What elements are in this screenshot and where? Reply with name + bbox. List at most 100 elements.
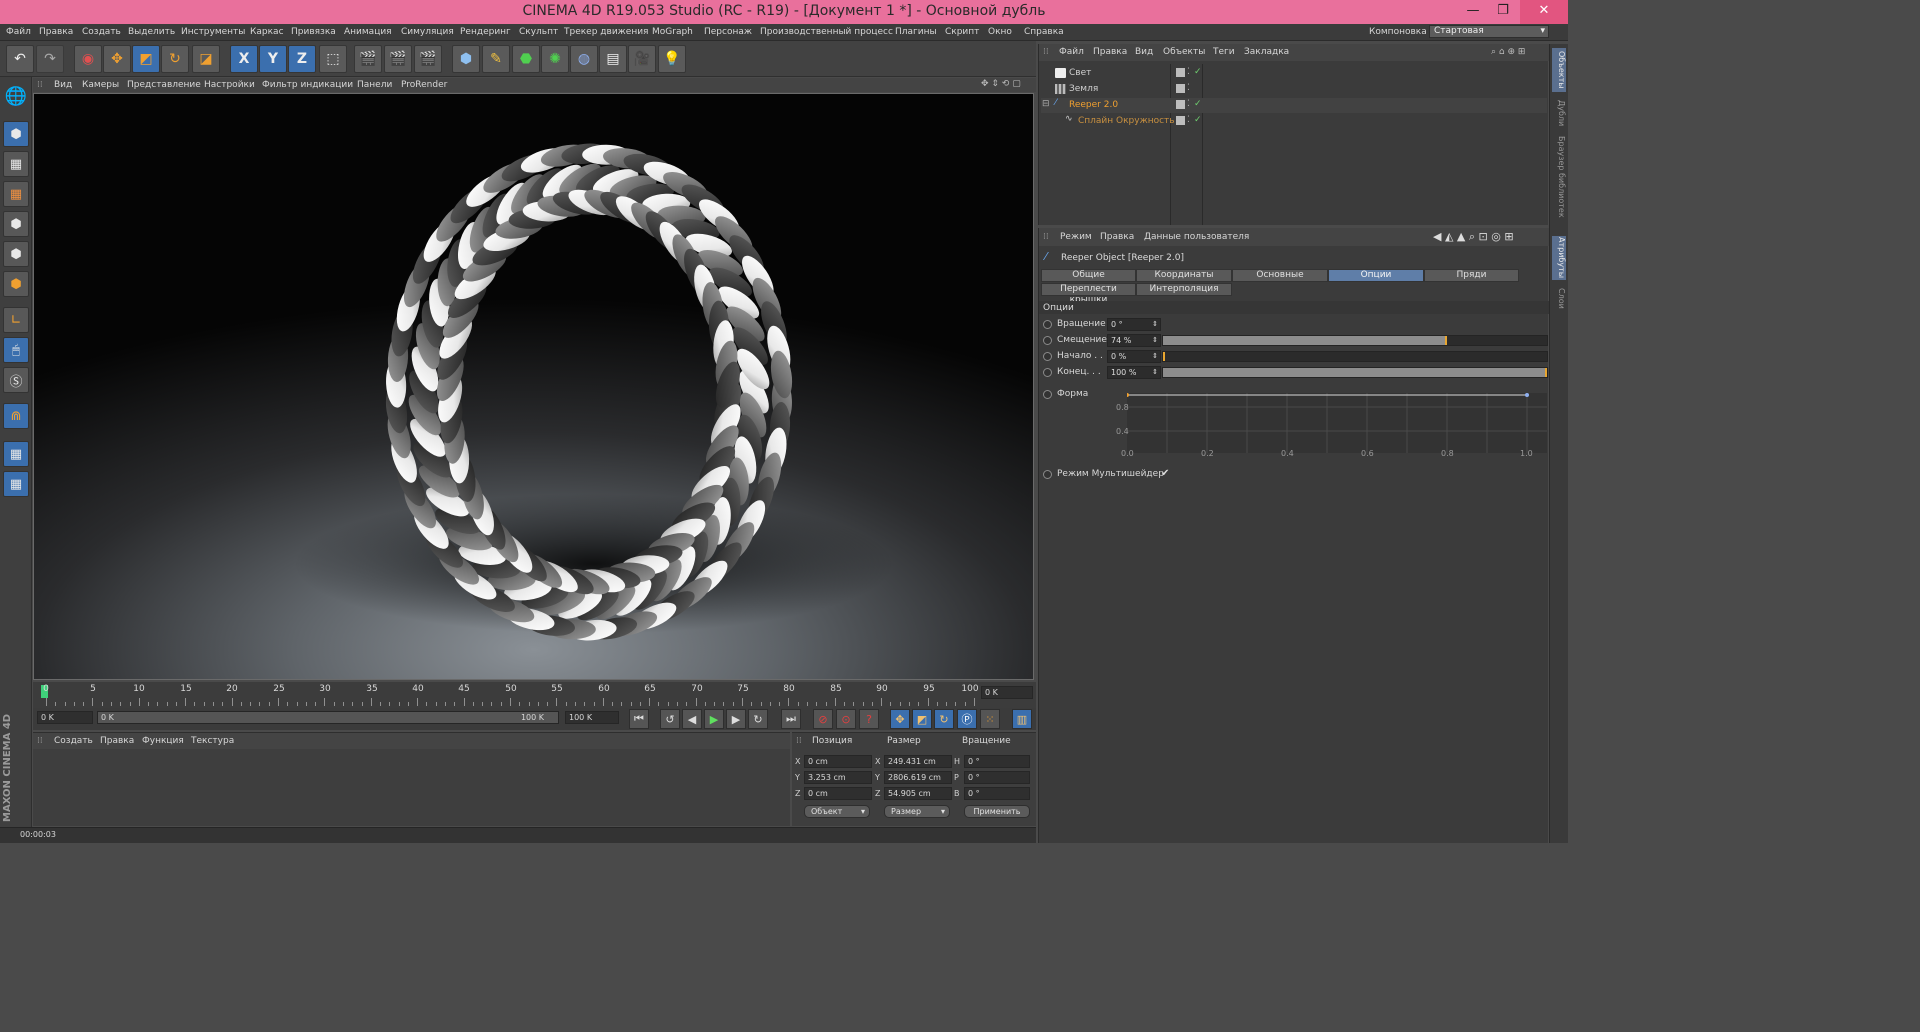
object-row-floor[interactable]: Земля ⁚ bbox=[1041, 82, 1547, 97]
play-button[interactable]: ▶ bbox=[704, 709, 724, 729]
obj-menu-bookmarks[interactable]: Закладка bbox=[1244, 47, 1289, 57]
points-button[interactable]: ⬢ bbox=[3, 211, 29, 237]
y-axis-button[interactable]: Y bbox=[259, 45, 287, 73]
animate-radio[interactable] bbox=[1043, 390, 1052, 399]
attr-menu-edit[interactable]: Правка bbox=[1100, 232, 1134, 242]
mat-menu-texture[interactable]: Текстура bbox=[191, 736, 234, 746]
cube-button[interactable]: ⬢ bbox=[452, 45, 480, 73]
offset-slider[interactable] bbox=[1162, 335, 1548, 346]
autokeying-button[interactable]: ⊙ bbox=[836, 709, 856, 729]
axis-button[interactable]: ∟ bbox=[3, 307, 29, 333]
material-manager[interactable]: ⁞⁞ Создать Правка Функция Текстура bbox=[33, 732, 790, 826]
vp-menu-panels[interactable]: Панели bbox=[357, 80, 392, 90]
scale-button[interactable]: ◩ bbox=[132, 45, 160, 73]
end-slider[interactable] bbox=[1162, 367, 1548, 378]
menu-snap[interactable]: Привязка bbox=[291, 27, 336, 37]
enabled-check[interactable]: ✓ bbox=[1194, 99, 1202, 109]
visibility-dots[interactable]: ⁚ bbox=[1187, 99, 1190, 109]
menu-pipeline[interactable]: Производственный процесс bbox=[760, 27, 893, 37]
rot-h-field[interactable]: 0 ° bbox=[964, 755, 1030, 768]
size-x-field[interactable]: 249.431 cm bbox=[884, 755, 952, 768]
visibility-dots[interactable]: ⁚ bbox=[1187, 83, 1190, 93]
3d-viewport[interactable] bbox=[33, 93, 1034, 680]
pos-y-field[interactable]: 3.253 cm bbox=[804, 771, 872, 784]
tab-strands[interactable]: Пряди bbox=[1424, 269, 1519, 282]
animate-radio[interactable] bbox=[1043, 368, 1052, 377]
undo-button[interactable]: ↶ bbox=[6, 45, 34, 73]
camera-button[interactable]: 🎥 bbox=[628, 45, 656, 73]
display-toggle[interactable] bbox=[1176, 100, 1185, 109]
menu-render[interactable]: Рендеринг bbox=[460, 27, 511, 37]
mat-menu-edit[interactable]: Правка bbox=[100, 736, 134, 746]
coord-mode-dropdown[interactable]: Объект ▾ bbox=[804, 805, 870, 818]
enabled-check[interactable]: ✓ bbox=[1194, 67, 1202, 77]
menu-help[interactable]: Справка bbox=[1024, 27, 1064, 37]
offset-field[interactable]: 74 % ⇕ bbox=[1107, 334, 1161, 347]
key-position-button[interactable]: ✥ bbox=[890, 709, 910, 729]
key-pla-button[interactable]: ⁙ bbox=[980, 709, 1000, 729]
rot-b-field[interactable]: 0 ° bbox=[964, 787, 1030, 800]
key-rotation-button[interactable]: ↻ bbox=[934, 709, 954, 729]
render-view-button[interactable]: 🎬 bbox=[354, 45, 382, 73]
display-toggle[interactable] bbox=[1176, 116, 1185, 125]
next-frame-button[interactable]: ▶ bbox=[726, 709, 746, 729]
go-to-start-button[interactable]: ⏮ bbox=[629, 709, 649, 729]
end-field[interactable]: 100 % ⇕ bbox=[1107, 366, 1161, 379]
shape-spline-graph[interactable] bbox=[1087, 393, 1547, 453]
animate-radio[interactable] bbox=[1043, 352, 1052, 361]
cloner-button[interactable]: ✺ bbox=[541, 45, 569, 73]
timeline-ruler[interactable]: 0 5 10 15 20 25 30 35 40 45 50 55 60 65 … bbox=[33, 682, 1036, 708]
attr-menu-mode[interactable]: Режим bbox=[1060, 232, 1092, 242]
menu-create[interactable]: Создать bbox=[82, 27, 121, 37]
menu-mesh[interactable]: Каркас bbox=[250, 27, 284, 37]
side-tab-objects[interactable]: Объекты bbox=[1552, 48, 1566, 92]
timeline-window-button[interactable]: ▥ bbox=[1012, 709, 1032, 729]
x-axis-button[interactable]: X bbox=[230, 45, 258, 73]
tab-basic[interactable]: Общие bbox=[1041, 269, 1136, 282]
pos-x-field[interactable]: 0 cm bbox=[804, 755, 872, 768]
side-tab-layers[interactable]: Слои bbox=[1552, 284, 1566, 312]
object-row-circle-spline[interactable]: ∿ Сплайн Окружность ⁚ ✓ bbox=[1041, 114, 1547, 129]
record-active-objects-button[interactable]: ⊘ bbox=[813, 709, 833, 729]
mat-menu-create[interactable]: Создать bbox=[54, 736, 93, 746]
side-tab-content-browser[interactable]: Браузер библиотек bbox=[1552, 134, 1566, 220]
apply-button[interactable]: Применить bbox=[964, 805, 1030, 818]
spinner-icon[interactable]: ⇕ bbox=[1152, 367, 1158, 378]
animate-radio[interactable] bbox=[1043, 336, 1052, 345]
deformer-button[interactable]: ◍ bbox=[570, 45, 598, 73]
key-parameter-button[interactable]: Ⓟ bbox=[957, 709, 977, 729]
multishader-checkbox[interactable]: ✔ bbox=[1161, 468, 1169, 479]
tab-object[interactable]: Основные bbox=[1232, 269, 1328, 282]
rot-p-field[interactable]: 0 ° bbox=[964, 771, 1030, 784]
object-manager[interactable]: ⁞⁞ Файл Правка Вид Объекты Теги Закладка… bbox=[1038, 44, 1549, 225]
collapse-icon[interactable]: ⊟ bbox=[1042, 99, 1050, 109]
size-z-field[interactable]: 54.905 cm bbox=[884, 787, 952, 800]
size-y-field[interactable]: 2806.619 cm bbox=[884, 771, 952, 784]
snap-toggle-button[interactable]: Ⓢ bbox=[3, 367, 29, 393]
rotation-field[interactable]: 0 ° ⇕ bbox=[1107, 318, 1161, 331]
pos-z-field[interactable]: 0 cm bbox=[804, 787, 872, 800]
attr-nav-icons[interactable]: ◀ ◭ ▲ ⌕ ⊡ ◎ ⊞ bbox=[1433, 230, 1514, 244]
end-frame-field[interactable]: 100 K bbox=[565, 711, 619, 724]
previous-key-button[interactable]: ↺ bbox=[660, 709, 680, 729]
minimize-button[interactable]: — bbox=[1458, 0, 1488, 24]
display-toggle[interactable] bbox=[1176, 68, 1185, 77]
display-toggle[interactable] bbox=[1176, 84, 1185, 93]
object-row-light[interactable]: Свет ⁚ ✓ bbox=[1041, 66, 1547, 81]
spinner-icon[interactable]: ⇕ bbox=[1152, 319, 1158, 330]
floor-button[interactable]: ▤ bbox=[599, 45, 627, 73]
next-key-button[interactable]: ↻ bbox=[748, 709, 768, 729]
edges-button[interactable]: ⬢ bbox=[3, 241, 29, 267]
menu-character[interactable]: Персонаж bbox=[704, 27, 752, 37]
spline-point[interactable] bbox=[1525, 393, 1529, 397]
redo-button[interactable]: ↷ bbox=[36, 45, 64, 73]
texture-button[interactable]: ▦ bbox=[3, 151, 29, 177]
vp-menu-prorender[interactable]: ProRender bbox=[401, 80, 447, 90]
keyframe-selection-button[interactable]: ? bbox=[859, 709, 879, 729]
mat-menu-function[interactable]: Функция bbox=[142, 736, 184, 746]
obj-menu-edit[interactable]: Правка bbox=[1093, 47, 1127, 57]
vp-menu-options[interactable]: Настройки bbox=[204, 80, 255, 90]
magnet-button[interactable]: ⋒ bbox=[3, 403, 29, 429]
menu-window[interactable]: Окно bbox=[988, 27, 1012, 37]
animate-radio[interactable] bbox=[1043, 470, 1052, 479]
